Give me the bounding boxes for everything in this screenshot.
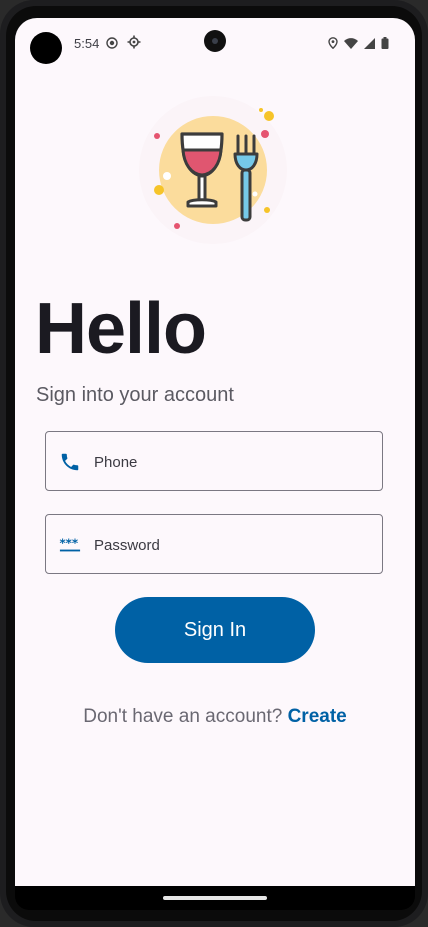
- page-title: Hello: [35, 289, 207, 369]
- settings-gear-icon: [127, 35, 141, 54]
- status-bar: 5:54: [15, 18, 415, 66]
- battery-icon: [381, 36, 389, 54]
- front-sensor: [30, 32, 62, 64]
- wifi-icon: [344, 36, 358, 54]
- home-indicator[interactable]: [163, 896, 267, 900]
- wine-glass-and-fork-icon: [137, 94, 289, 246]
- page-subtitle: Sign into your account: [36, 384, 234, 406]
- front-camera: [204, 30, 226, 52]
- record-icon: [106, 36, 118, 54]
- password-icon: ***: [59, 534, 81, 561]
- svg-text:***: ***: [59, 536, 78, 550]
- sign-in-button[interactable]: Sign In: [115, 597, 315, 663]
- phone-field[interactable]: [45, 431, 383, 492]
- password-input[interactable]: [92, 515, 376, 575]
- create-account-link[interactable]: Create: [288, 706, 347, 727]
- status-time: 5:54: [74, 36, 100, 51]
- phone-icon: [59, 451, 81, 478]
- signal-icon: [364, 36, 375, 54]
- phone-input[interactable]: [92, 432, 376, 492]
- location-icon: [328, 36, 338, 54]
- signup-prompt: Don't have an account?: [83, 706, 283, 727]
- app-screen: 5:54 Hello Sign into your account Phone …: [15, 18, 415, 886]
- password-field[interactable]: ***: [45, 514, 383, 575]
- signup-row: Don't have an account? Create: [15, 706, 415, 728]
- navigation-bar: [15, 886, 415, 910]
